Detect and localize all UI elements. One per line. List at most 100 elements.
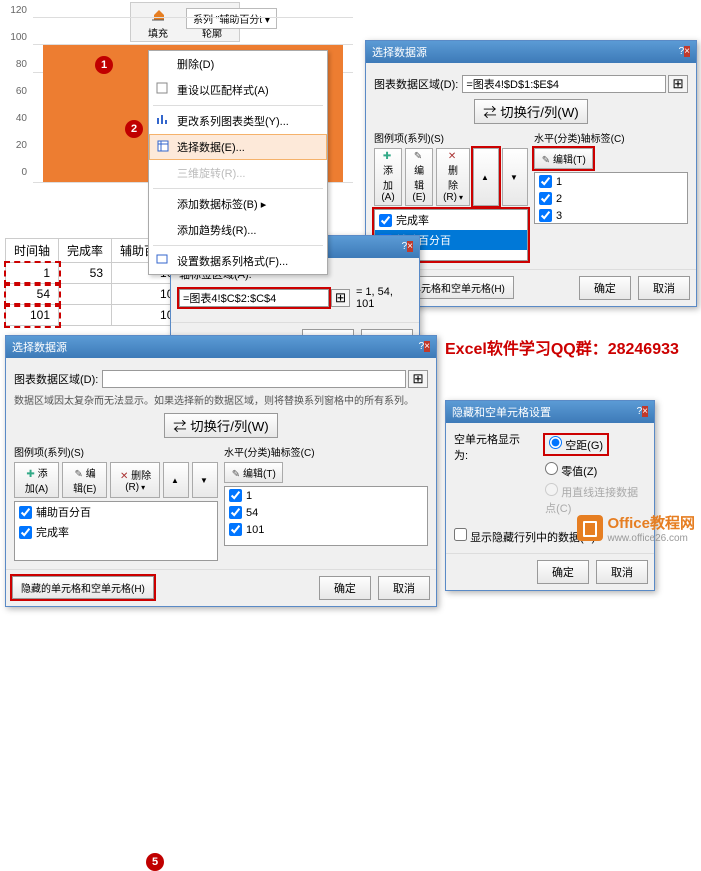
ctx-label: 重设以匹配样式(A) <box>177 85 269 97</box>
badge-5: 5 <box>146 853 164 871</box>
cell[interactable]: 54 <box>6 284 59 305</box>
delete-icon <box>119 471 129 481</box>
axis-range-input[interactable] <box>179 289 329 307</box>
list-item[interactable]: 1 <box>535 173 687 190</box>
series-checkbox[interactable] <box>19 506 32 519</box>
move-down-button[interactable] <box>192 462 218 498</box>
ctx-format[interactable]: 设置数据系列格式(F)... <box>149 248 327 274</box>
delete-button[interactable]: 删除(R) <box>436 148 470 206</box>
watermark-url: www.office26.com <box>607 533 695 544</box>
show-hidden-checkbox[interactable] <box>454 528 467 541</box>
category-list[interactable]: 1 2 3 <box>534 172 688 224</box>
swap-button[interactable]: ⇄ 切换行/列(W) <box>474 99 588 124</box>
cat-checkbox[interactable] <box>539 192 552 205</box>
edit-icon <box>231 469 241 479</box>
add-button[interactable]: 添加(A) <box>374 148 402 206</box>
btn-label: 删除(R) <box>443 166 458 203</box>
radio-input <box>545 483 558 496</box>
cancel-button[interactable]: 取消 <box>638 276 690 300</box>
edit-button[interactable]: 编辑(E) <box>405 148 433 206</box>
dialog-title: 隐藏和空单元格设置 <box>452 404 551 420</box>
ctx-select-data[interactable]: 选择数据(E)... <box>149 134 327 160</box>
cat-checkbox[interactable] <box>229 506 242 519</box>
dialog-titlebar[interactable]: 隐藏和空单元格设置 ?× <box>446 401 654 423</box>
cell[interactable]: 1 <box>6 263 59 284</box>
list-item[interactable]: 1 <box>225 487 427 504</box>
list-item[interactable]: 完成率 <box>375 210 527 230</box>
list-item[interactable]: 辅助百分百 <box>15 502 217 522</box>
cell[interactable] <box>59 284 112 305</box>
y-tick: 60 <box>16 86 27 97</box>
cell[interactable]: 53 <box>59 263 112 284</box>
dialog-titlebar[interactable]: 选择数据源 ?× <box>366 41 696 63</box>
cell[interactable] <box>59 305 112 326</box>
ctx-label: 设置数据系列格式(F)... <box>177 256 288 268</box>
dialog-titlebar[interactable]: 选择数据源 ?× <box>6 336 436 358</box>
swap-label: 切换行/列(W) <box>190 419 268 434</box>
show-as-label: 空单元格显示为: <box>454 431 523 463</box>
office-logo-icon <box>577 515 603 541</box>
ctx-reset[interactable]: 重设以匹配样式(A) <box>149 77 327 103</box>
ctx-data-labels[interactable]: 添加数据标签(B) ▸ <box>149 191 327 217</box>
edit-axis-button[interactable]: 编辑(T) <box>534 148 593 169</box>
delete-icon <box>447 151 457 161</box>
cell[interactable]: 101 <box>6 305 59 326</box>
list-item[interactable]: 2 <box>535 190 687 207</box>
select-data-icon <box>156 139 170 153</box>
series-checkbox[interactable] <box>19 526 32 539</box>
cat-label: 3 <box>556 210 562 222</box>
series-label: 完成率 <box>396 212 429 228</box>
close-button[interactable]: × <box>642 406 648 417</box>
cat-checkbox[interactable] <box>539 209 552 222</box>
range-input[interactable] <box>462 75 666 93</box>
delete-button[interactable]: 删除(R) <box>110 462 160 498</box>
ctx-delete[interactable]: 删除(D) <box>149 51 327 77</box>
cat-label: 54 <box>246 507 258 519</box>
move-up-button[interactable] <box>473 148 499 206</box>
cat-checkbox[interactable] <box>229 489 242 502</box>
ctx-label: 删除(D) <box>177 59 214 71</box>
edit-axis-button[interactable]: 编辑(T) <box>224 462 283 483</box>
close-button[interactable]: × <box>424 341 430 352</box>
cancel-button[interactable]: 取消 <box>378 576 430 600</box>
move-down-button[interactable] <box>502 148 528 206</box>
ok-button[interactable]: 确定 <box>537 560 589 584</box>
list-item[interactable]: 完成率 <box>15 522 217 542</box>
range-picker-icon[interactable]: ⊞ <box>331 289 350 307</box>
series-list[interactable]: 辅助百分百 完成率 <box>14 501 218 561</box>
radio-gap[interactable]: 空距(G) <box>545 435 607 454</box>
edit-button[interactable]: 编辑(E) <box>62 462 107 498</box>
range-picker-icon[interactable]: ⊞ <box>408 370 428 388</box>
y-tick: 120 <box>10 5 27 16</box>
btn-label: 添加(A) <box>381 166 394 203</box>
format-icon <box>155 252 169 266</box>
ok-button[interactable]: 确定 <box>319 576 371 600</box>
ctx-change-type[interactable]: 更改系列图表类型(Y)... <box>149 108 327 134</box>
radio-zero[interactable]: 零值(Z) <box>545 462 646 479</box>
add-button[interactable]: 添加(A) <box>14 462 59 498</box>
range-picker-icon[interactable]: ⊞ <box>668 75 688 93</box>
cat-checkbox[interactable] <box>229 523 242 536</box>
radio-input[interactable] <box>549 436 562 449</box>
close-button[interactable]: × <box>407 241 413 252</box>
move-up-button[interactable] <box>163 462 189 498</box>
list-item[interactable]: 101 <box>225 521 427 538</box>
list-item[interactable]: 3 <box>535 207 687 224</box>
add-icon <box>382 151 392 161</box>
category-list[interactable]: 1 54 101 <box>224 486 428 546</box>
list-item[interactable]: 54 <box>225 504 427 521</box>
range-input[interactable] <box>102 370 406 388</box>
series-checkbox[interactable] <box>379 214 392 227</box>
cat-checkbox[interactable] <box>539 175 552 188</box>
ctx-trendline[interactable]: 添加趋势线(R)... <box>149 217 327 243</box>
hidden-cells-button[interactable]: 隐藏的单元格和空单元格(H) <box>12 576 154 599</box>
ok-button[interactable]: 确定 <box>579 276 631 300</box>
cancel-button[interactable]: 取消 <box>596 560 648 584</box>
close-button[interactable]: × <box>684 46 690 57</box>
y-tick: 80 <box>16 59 27 70</box>
swap-button[interactable]: ⇄ 切换行/列(W) <box>164 413 278 438</box>
cat-label: 2 <box>556 193 562 205</box>
context-menu: 删除(D) 重设以匹配样式(A) 更改系列图表类型(Y)... 选择数据(E).… <box>148 50 328 275</box>
select-data-dialog-2: 选择数据源 ?× 图表数据区域(D): ⊞ 数据区域因太复杂而无法显示。如果选择… <box>5 335 437 607</box>
radio-input[interactable] <box>545 462 558 475</box>
